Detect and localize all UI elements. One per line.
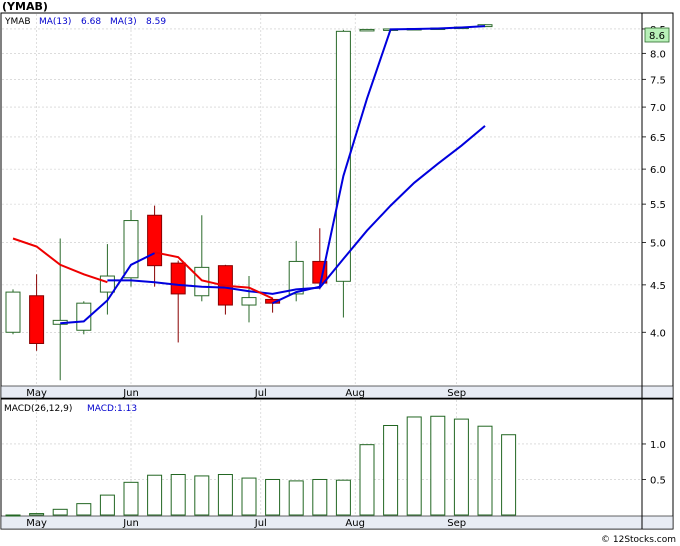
macd-bar: [52, 508, 68, 516]
price-x-tick-label: Jun: [122, 388, 139, 399]
price-y-tick-label: 6.0: [650, 165, 666, 176]
macd-bar: [288, 480, 304, 516]
candle-body: [359, 28, 375, 32]
macd-bar: [265, 478, 281, 516]
candle-body: [123, 220, 139, 279]
candle-body: [241, 297, 257, 306]
legend-ma13-value: 6.68: [81, 17, 101, 27]
macd-bar: [430, 415, 446, 516]
macd-x-tick-label: Aug: [345, 518, 365, 529]
candle-body: [170, 262, 186, 295]
candle-body: [5, 291, 21, 333]
price-time-axis-band: [0, 385, 674, 399]
macd-bar: [335, 479, 351, 516]
macd-bar: [194, 475, 210, 516]
price-x-tick-label: Aug: [345, 388, 365, 399]
price-x-tick-label: May: [26, 388, 47, 399]
legend-ma3-label: MA(3): [110, 17, 137, 27]
macd-bar: [170, 474, 186, 516]
watermark: © 12Stocks.com: [601, 535, 676, 545]
macd-bar: [312, 478, 328, 516]
macd-time-axis-band: [0, 515, 674, 530]
stock-chart: 4.04.55.05.56.06.57.07.58.08.5 MayJunJul…: [0, 0, 676, 545]
candle-body: [99, 275, 115, 293]
macd-bar: [406, 416, 422, 516]
macd-bar: [241, 477, 257, 516]
candle-body: [335, 30, 351, 282]
candle-body: [147, 214, 163, 267]
macd-y-tick-label: 1.0: [650, 440, 666, 451]
price-y-tick-label: 7.0: [650, 103, 666, 114]
macd-bar: [147, 474, 163, 516]
price-y-tick-label: 8.0: [650, 49, 666, 60]
price-y-tick-label: 4.5: [650, 281, 666, 292]
legend-ma13-label: MA(13): [39, 17, 71, 27]
macd-bar: [501, 434, 517, 516]
price-y-tick-label: 5.5: [650, 200, 666, 211]
macd-bar: [477, 425, 493, 516]
macd-bar: [217, 474, 233, 516]
price-y-tick-label: 4.0: [650, 328, 666, 339]
macd-x-tick-label: Sep: [447, 518, 466, 529]
price-y-tick-label: 5.0: [650, 238, 666, 249]
macd-x-tick-label: Jul: [254, 518, 267, 529]
macd-title: MACD(26,12,9): [4, 404, 72, 414]
last-price-badge: 8.6: [644, 27, 670, 43]
candle-body: [29, 295, 45, 344]
macd-legend-value: MACD:1.13: [87, 404, 137, 414]
macd-x-tick-label: Jun: [122, 518, 139, 529]
macd-bar: [76, 503, 92, 516]
macd-bar: [453, 418, 469, 516]
price-y-tick-label: 7.5: [650, 75, 666, 86]
macd-x-tick-label: May: [26, 518, 47, 529]
macd-bar: [383, 424, 399, 516]
macd-y-tick-label: 0.5: [650, 475, 666, 486]
macd-bar: [123, 481, 139, 516]
price-y-tick-label: 6.5: [650, 133, 666, 144]
legend-symbol: YMAB: [4, 17, 31, 27]
price-x-tick-label: Jul: [254, 388, 267, 399]
macd-bar: [5, 514, 21, 517]
ticker-label: (YMAB): [2, 0, 48, 13]
price-x-tick-label: Sep: [447, 388, 466, 399]
macd-bar: [359, 444, 375, 516]
macd-bar: [29, 513, 45, 516]
last-price-value: 8.6: [649, 31, 665, 42]
legend-ma3-value: 8.59: [146, 17, 166, 27]
macd-bar: [99, 494, 115, 516]
